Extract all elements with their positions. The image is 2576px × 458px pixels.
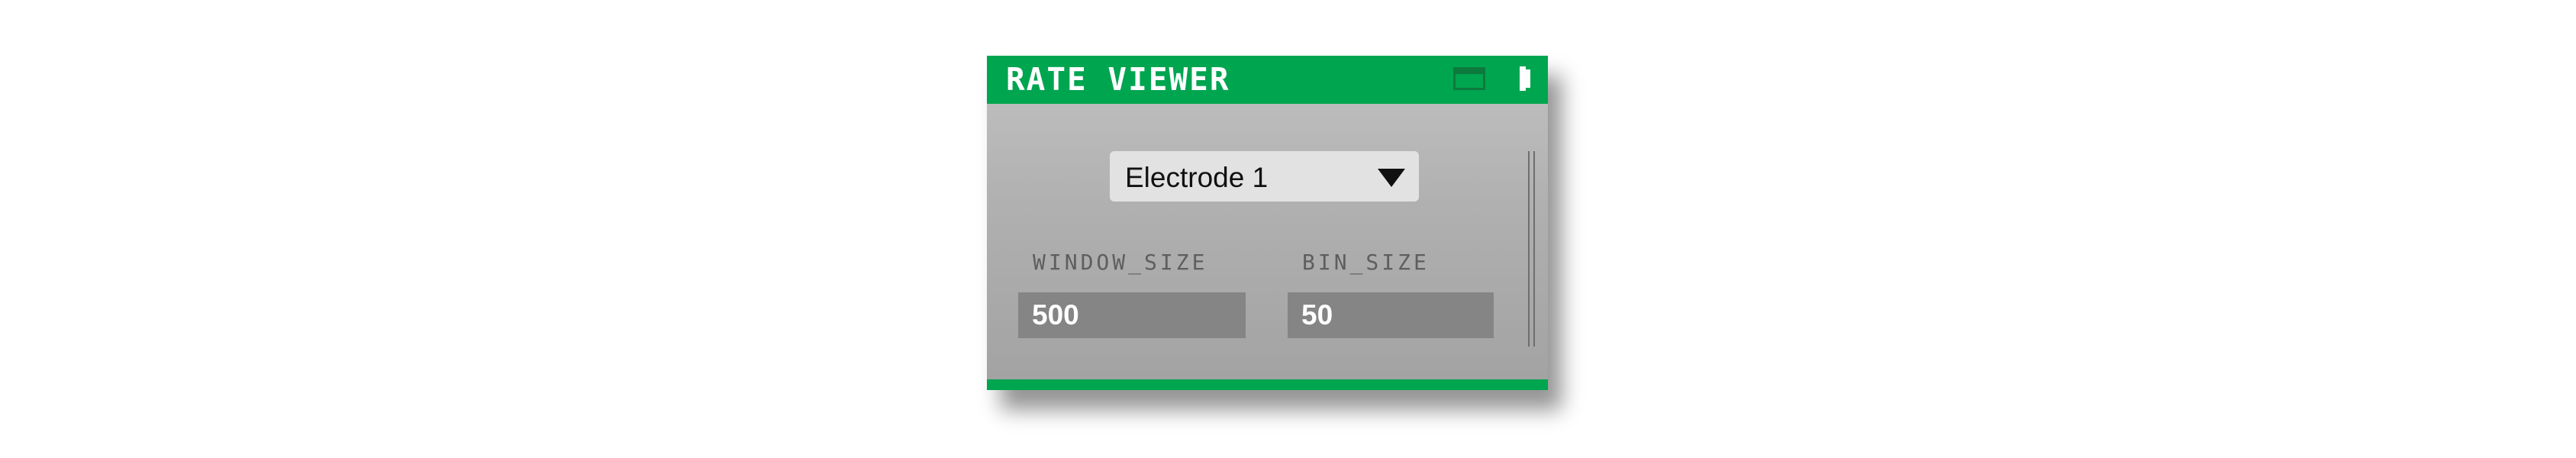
triangle-down-icon <box>1378 169 1405 187</box>
editor-titlebar[interactable]: RATE VIEWER <box>987 56 1548 104</box>
tab-icon-top <box>1456 69 1483 74</box>
window-size-value: 500 <box>1032 299 1079 331</box>
tab-icon[interactable] <box>1453 67 1485 90</box>
scrollbar-track-right[interactable] <box>1533 151 1535 347</box>
bin-size-field[interactable]: 50 <box>1288 292 1494 338</box>
window-size-field[interactable]: 500 <box>1018 292 1246 338</box>
editor-title: RATE VIEWER <box>1006 61 1230 98</box>
enable-icon-bar <box>1520 66 1526 91</box>
rate-viewer-editor: RATE VIEWER Electrode 1 WINDOW_SIZE 500 … <box>987 56 1548 390</box>
canvas: RATE VIEWER Electrode 1 WINDOW_SIZE 500 … <box>0 0 2576 458</box>
electrode-selector-value: Electrode 1 <box>1125 162 1269 193</box>
editor-bottom-strip <box>987 379 1548 390</box>
bin-size-label: BIN_SIZE <box>1302 250 1430 275</box>
scrollbar-track-left[interactable] <box>1528 151 1530 347</box>
enable-icon-nub <box>1526 69 1530 88</box>
electrode-selector[interactable]: Electrode 1 <box>1110 151 1419 202</box>
bin-size-value: 50 <box>1301 299 1333 331</box>
window-size-label: WINDOW_SIZE <box>1033 250 1208 275</box>
enable-icon[interactable] <box>1520 66 1532 91</box>
